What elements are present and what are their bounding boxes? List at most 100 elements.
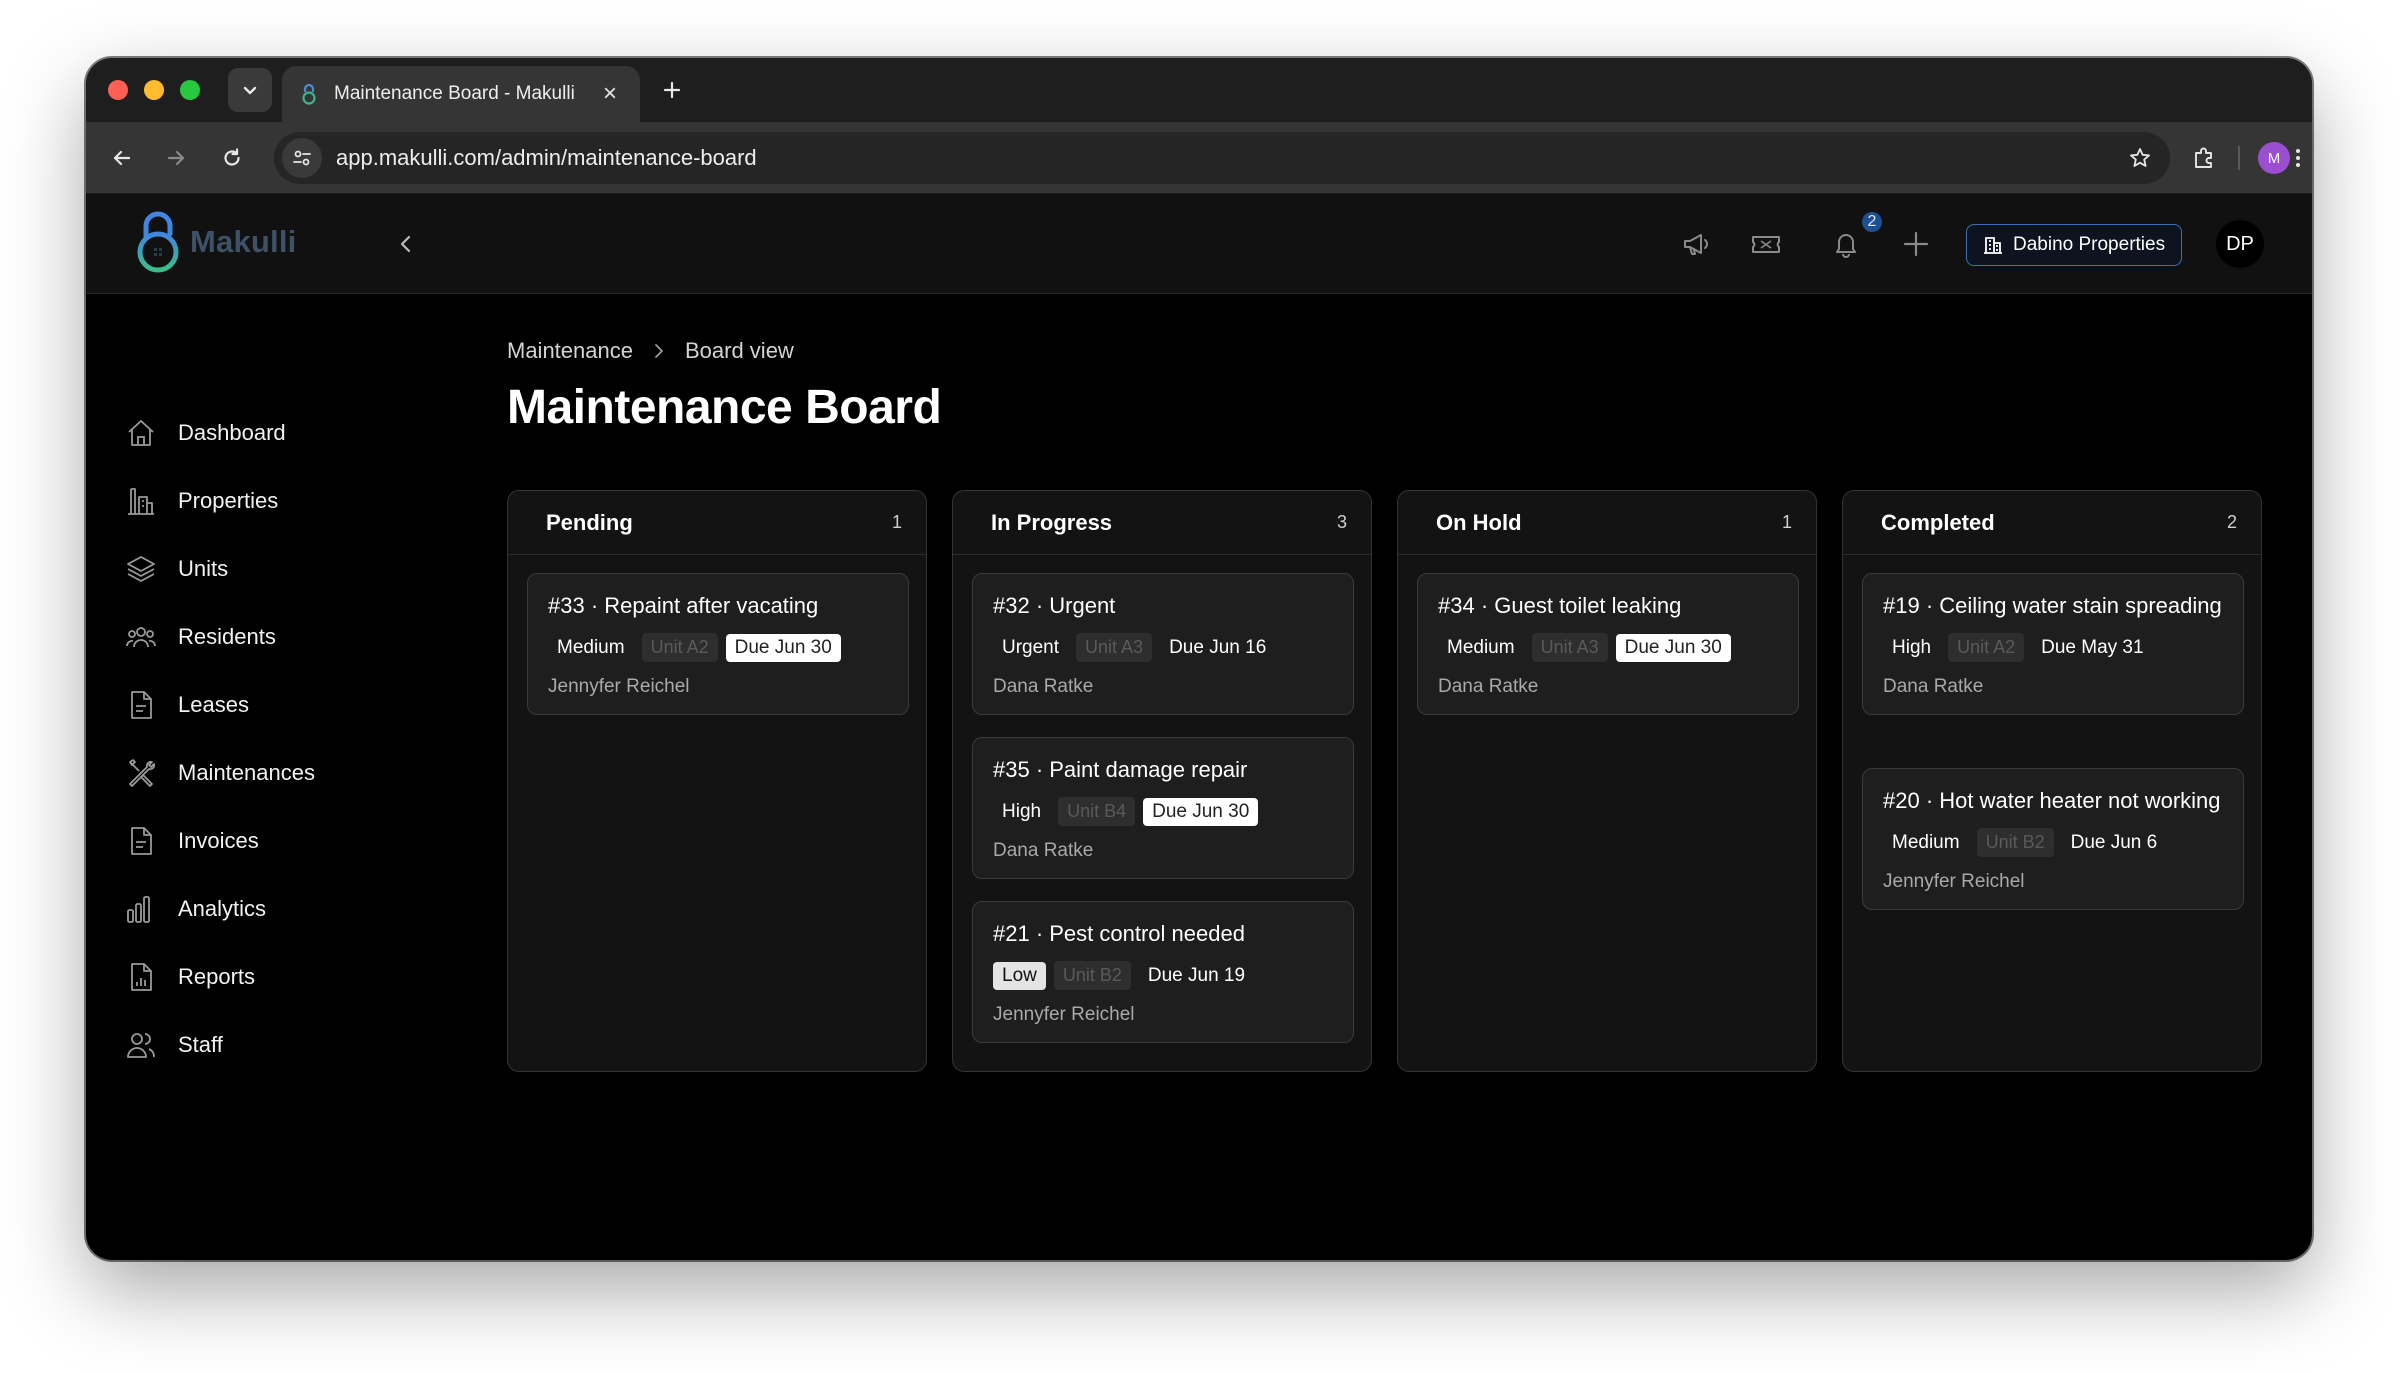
maintenance-card[interactable]: #20 · Hot water heater not working Mediu… xyxy=(1862,768,2244,910)
reload-icon xyxy=(224,148,240,166)
maintenance-card[interactable]: #32 · Urgent Urgent Unit A3 Due Jun 16 D… xyxy=(972,573,1354,715)
unit-badge: Unit A3 xyxy=(1531,633,1608,662)
add-button[interactable] xyxy=(1896,224,1936,264)
column-count: 1 xyxy=(891,512,902,532)
priority-badge: Medium xyxy=(1447,636,1515,658)
due-date-badge: Due Jun 19 xyxy=(1147,964,1246,986)
column-header: In Progress 3 xyxy=(953,491,1371,555)
card-title: #20 · Hot water heater not working xyxy=(1883,788,2221,813)
document-icon xyxy=(124,824,158,858)
maintenance-card[interactable]: #21 · Pest control needed Low Unit B2 Du… xyxy=(972,901,1354,1043)
reload-button[interactable] xyxy=(214,140,250,176)
browser-toolbar: app.makulli.com/admin/maintenance-board … xyxy=(86,122,2312,194)
board-column-pending: Pending 1 #33 · Repaint after vacating M… xyxy=(507,490,927,1072)
maintenance-card[interactable]: #34 · Guest toilet leaking Medium Unit A… xyxy=(1417,573,1799,715)
card-assignee: Jennyfer Reichel xyxy=(993,1004,1135,1025)
column-title: In Progress xyxy=(991,509,1113,535)
sidebar-item-label: Staff xyxy=(178,1032,223,1057)
maximize-window-button[interactable] xyxy=(180,80,200,100)
breadcrumb: Maintenance Board view xyxy=(507,338,794,364)
card-title: #21 · Pest control needed xyxy=(993,921,1245,946)
megaphone-icon xyxy=(1684,234,1708,255)
card-assignee: Dana Ratke xyxy=(1883,676,1984,697)
staff-icon xyxy=(124,1028,158,1062)
unit-badge: Unit A2 xyxy=(1948,633,2025,662)
sidebar-item-invoices[interactable]: Invoices xyxy=(124,817,259,865)
sidebar-item-units[interactable]: Units xyxy=(124,545,228,593)
due-date-badge: Due May 31 xyxy=(2041,636,2144,658)
maintenance-card[interactable]: #33 · Repaint after vacating Medium Unit… xyxy=(527,573,909,715)
maintenance-card[interactable]: #19 · Ceiling water stain spreading High… xyxy=(1862,573,2244,715)
priority-badge: High xyxy=(1002,800,1042,822)
maintenance-card[interactable]: #35 · Paint damage repair High Unit B4 D… xyxy=(972,737,1354,879)
logo-lock-icon xyxy=(137,211,179,273)
user-avatar[interactable]: DP xyxy=(2216,220,2264,268)
tickets-button[interactable] xyxy=(1746,224,1786,264)
sidebar-item-properties[interactable]: Properties xyxy=(124,477,278,525)
back-button[interactable] xyxy=(104,140,140,176)
column-title: Completed xyxy=(1881,509,1995,535)
announcements-button[interactable] xyxy=(1676,224,1716,264)
sidebar-item-maintenances[interactable]: Maintenances xyxy=(124,749,315,797)
browser-tab[interactable]: Maintenance Board - Makulli × xyxy=(282,66,640,122)
breadcrumb-parent[interactable]: Maintenance xyxy=(507,338,633,364)
board-column-completed: Completed 2 #19 · Ceiling water stain sp… xyxy=(1842,490,2262,1072)
building-icon xyxy=(1984,237,2002,254)
sidebar-item-staff[interactable]: Staff xyxy=(124,1021,223,1069)
sidebar-item-label: Dashboard xyxy=(178,420,286,445)
tab-title: Maintenance Board - Makulli xyxy=(334,83,575,104)
card-title: #34 · Guest toilet leaking xyxy=(1438,593,1682,618)
arrow-left-icon xyxy=(113,150,131,166)
users-icon xyxy=(124,620,158,654)
priority-badge: Medium xyxy=(557,636,625,658)
card-meta: High Unit A2 Due May 31 xyxy=(1883,633,2223,662)
chevron-right-icon xyxy=(651,343,667,359)
logo-text: Makulli xyxy=(190,224,297,259)
column-header: Pending 1 xyxy=(508,491,926,555)
breadcrumb-current: Board view xyxy=(684,338,794,363)
puzzle-icon xyxy=(2195,147,2212,168)
organization-switcher[interactable]: Dabino Properties xyxy=(1966,224,2183,266)
sidebar-item-residents[interactable]: Residents xyxy=(124,613,276,661)
close-window-button[interactable] xyxy=(108,80,128,100)
tab-strip: Maintenance Board - Makulli × xyxy=(86,58,2312,122)
address-bar[interactable]: app.makulli.com/admin/maintenance-board xyxy=(274,132,2170,184)
page-title: Maintenance Board xyxy=(507,381,942,434)
bell-icon xyxy=(1836,234,1856,258)
card-meta: Medium Unit B2 Due Jun 6 xyxy=(1883,828,2223,857)
notification-count-badge: 2 xyxy=(1860,210,1884,234)
site-settings-icon[interactable] xyxy=(282,138,322,178)
due-date-badge: Due Jun 30 xyxy=(1143,797,1259,826)
unit-badge: Unit A2 xyxy=(641,633,718,662)
sidebar-item-leases[interactable]: Leases xyxy=(124,681,249,729)
tab-close-icon[interactable]: × xyxy=(596,80,624,108)
makulli-logo[interactable]: Makulli xyxy=(130,208,296,276)
extensions-button[interactable] xyxy=(2186,140,2222,176)
browser-menu-button[interactable] xyxy=(2280,140,2312,176)
notifications-button[interactable] xyxy=(1826,224,1866,264)
collapse-sidebar-button[interactable] xyxy=(386,224,426,264)
sidebar-item-label: Maintenances xyxy=(178,760,315,785)
card-meta: High Unit B4 Due Jun 30 xyxy=(993,797,1333,826)
forward-button[interactable] xyxy=(158,140,194,176)
browser-window: Maintenance Board - Makulli × app.makull… xyxy=(86,58,2312,1260)
card-meta: Medium Unit A3 Due Jun 30 xyxy=(1438,633,1778,662)
due-date-badge: Due Jun 16 xyxy=(1169,636,1267,658)
document-icon xyxy=(124,688,158,722)
card-title: #33 · Repaint after vacating xyxy=(548,593,819,618)
chevron-down-icon xyxy=(243,86,257,95)
tab-search-button[interactable] xyxy=(228,68,272,112)
chevron-left-icon xyxy=(400,235,411,253)
bookmark-star-icon[interactable] xyxy=(2122,140,2158,176)
ticket-icon xyxy=(1752,236,1780,253)
sidebar-item-dashboard[interactable]: Dashboard xyxy=(124,409,286,457)
card-assignee: Dana Ratke xyxy=(993,676,1094,697)
sidebar-item-label: Reports xyxy=(178,964,256,989)
column-header: On Hold 1 xyxy=(1398,491,1816,555)
sidebar-item-reports[interactable]: Reports xyxy=(124,953,255,1001)
sidebar-item-analytics[interactable]: Analytics xyxy=(124,885,266,933)
minimize-window-button[interactable] xyxy=(144,80,164,100)
column-count: 1 xyxy=(1781,512,1792,532)
new-tab-button[interactable] xyxy=(652,70,692,110)
card-title: #19 · Ceiling water stain spreading xyxy=(1883,593,2222,618)
